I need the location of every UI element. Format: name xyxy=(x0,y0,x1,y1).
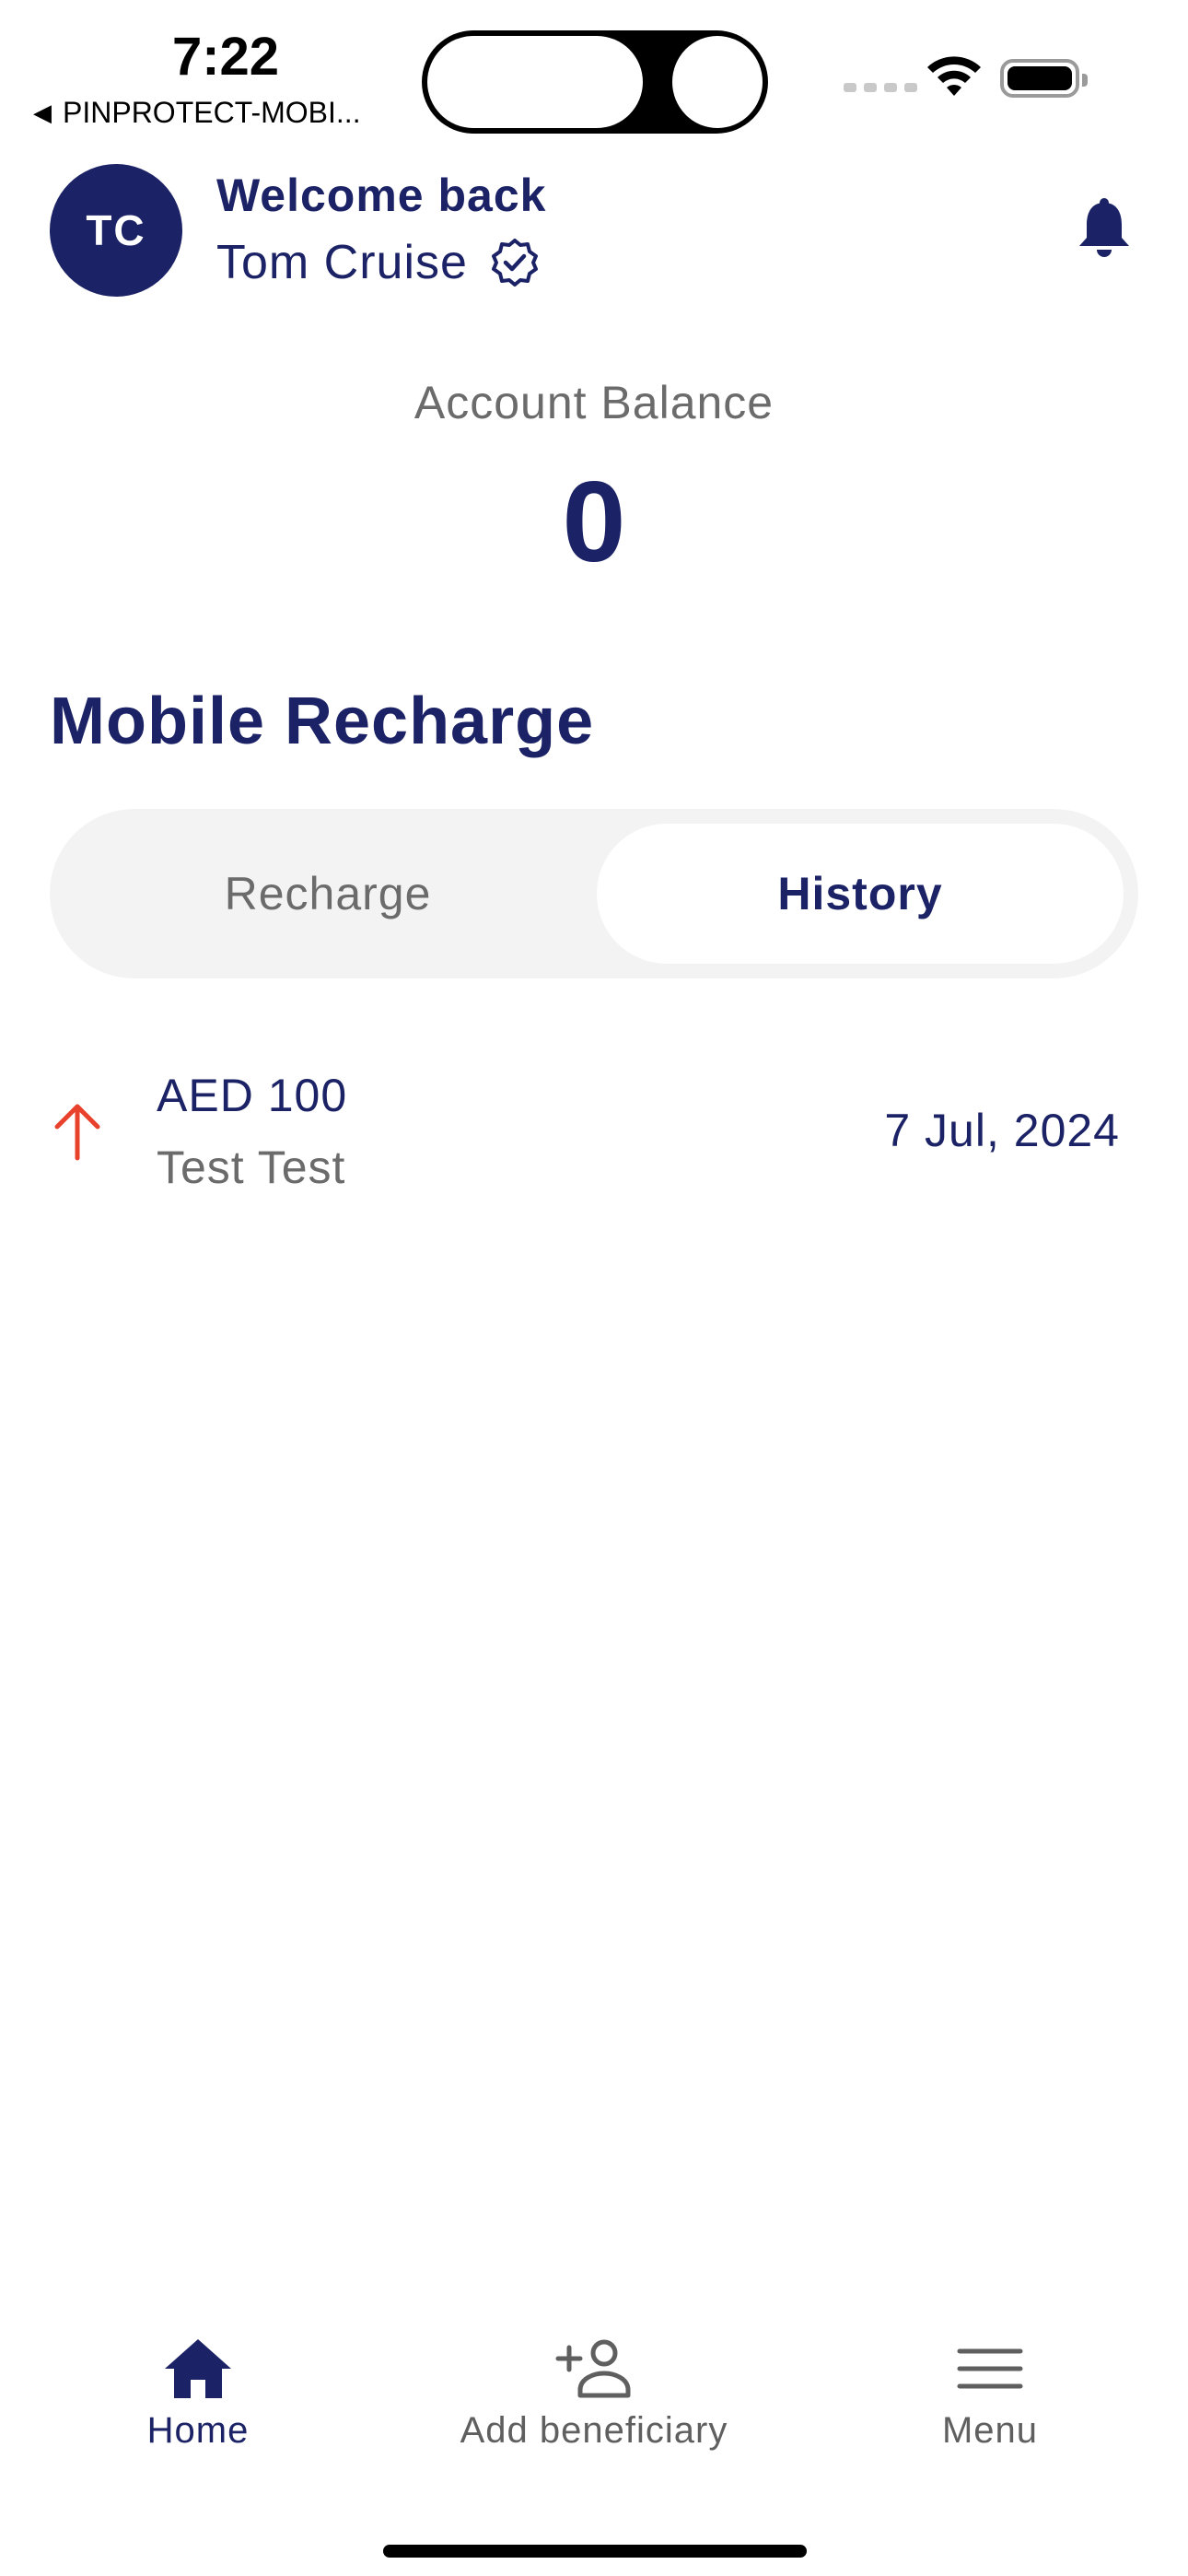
home-icon xyxy=(165,2339,231,2398)
nav-home-label: Home xyxy=(146,2410,250,2451)
user-name: Tom Cruise xyxy=(216,236,468,289)
bell-icon[interactable] xyxy=(1076,197,1133,260)
account-balance-value: 0 xyxy=(562,459,626,586)
tab-history[interactable]: History xyxy=(597,824,1124,964)
back-arrow-icon: ◀ xyxy=(33,99,52,126)
history-name: Test Test xyxy=(157,1142,346,1193)
dynamic-island xyxy=(422,30,768,134)
menu-icon xyxy=(957,2348,1023,2389)
avatar[interactable]: TC xyxy=(50,164,182,297)
tab-switcher: Recharge History xyxy=(50,809,1138,978)
add-person-icon xyxy=(555,2339,631,2398)
battery-icon xyxy=(1000,59,1088,98)
nav-menu-label: Menu xyxy=(941,2410,1039,2451)
status-time: 7:22 xyxy=(171,27,280,87)
bottom-nav: Home Add beneficiary Menu xyxy=(0,2313,1188,2576)
nav-add-beneficiary[interactable]: Add beneficiary xyxy=(396,2336,792,2452)
history-amount: AED 100 xyxy=(157,1070,348,1121)
user-name-row: Tom Cruise xyxy=(216,235,540,290)
wifi-icon xyxy=(927,56,981,96)
nav-menu[interactable]: Menu xyxy=(792,2336,1188,2452)
history-date: 7 Jul, 2024 xyxy=(884,1105,1120,1156)
arrow-up-icon xyxy=(54,1104,100,1161)
home-indicator[interactable] xyxy=(383,2545,807,2558)
cellular-signal-icon xyxy=(844,83,917,92)
tab-recharge[interactable]: Recharge xyxy=(64,824,591,964)
welcome-text: Welcome back xyxy=(216,170,547,221)
nav-home[interactable]: Home xyxy=(0,2336,396,2452)
back-to-app[interactable]: ◀ PINPROTECT-MOBI... xyxy=(33,96,361,130)
account-balance-label: Account Balance xyxy=(413,377,775,428)
nav-add-beneficiary-label: Add beneficiary xyxy=(460,2410,728,2451)
section-title: Mobile Recharge xyxy=(50,685,595,758)
back-app-label: PINPROTECT-MOBI... xyxy=(63,96,361,129)
verified-badge-icon xyxy=(491,239,538,287)
